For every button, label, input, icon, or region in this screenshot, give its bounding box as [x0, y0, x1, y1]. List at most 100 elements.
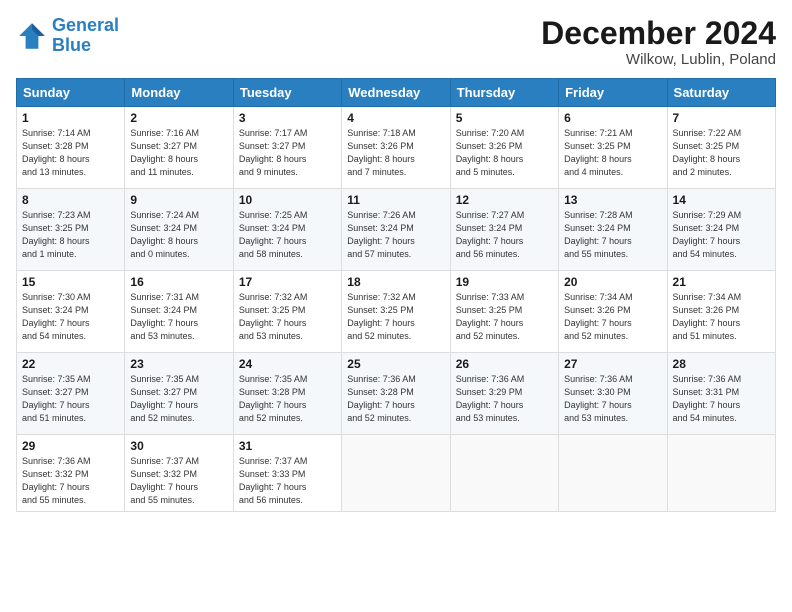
day-number: 3: [239, 111, 336, 125]
day-number: 12: [456, 193, 553, 207]
calendar-cell: 19 Sunrise: 7:33 AM Sunset: 3:25 PM Dayli…: [450, 271, 558, 353]
calendar-cell: 5Sunrise: 7:20 AM Sunset: 3:26 PM Daylig…: [450, 107, 558, 189]
day-info: Sunrise: 7:30 AM Sunset: 3:24 PM Dayligh…: [22, 291, 119, 343]
day-info: Sunrise: 7:14 AM Sunset: 3:28 PM Dayligh…: [22, 127, 119, 179]
main-title: December 2024: [541, 16, 776, 51]
day-number: 8: [22, 193, 119, 207]
day-number: 10: [239, 193, 336, 207]
day-number: 2: [130, 111, 227, 125]
calendar-cell: 30 Sunrise: 7:37 AM Sunset: 3:32 PM Dayli…: [125, 435, 233, 512]
day-number: 28: [673, 357, 770, 371]
day-number: 14: [673, 193, 770, 207]
day-number: 6: [564, 111, 661, 125]
day-info: Sunrise: 7:31 AM Sunset: 3:24 PM Dayligh…: [130, 291, 227, 343]
day-number: 13: [564, 193, 661, 207]
day-info: Sunrise: 7:37 AM Sunset: 3:32 PM Dayligh…: [130, 455, 227, 507]
day-number: 30: [130, 439, 227, 453]
day-info: Sunrise: 7:37 AM Sunset: 3:33 PM Dayligh…: [239, 455, 336, 507]
calendar-cell: 24 Sunrise: 7:35 AM Sunset: 3:28 PM Dayli…: [233, 353, 341, 435]
day-info: Sunrise: 7:35 AM Sunset: 3:27 PM Dayligh…: [22, 373, 119, 425]
day-info: Sunrise: 7:26 AM Sunset: 3:24 PM Dayligh…: [347, 209, 444, 261]
page: General Blue December 2024 Wilkow, Lubli…: [0, 0, 792, 612]
day-info: Sunrise: 7:35 AM Sunset: 3:28 PM Dayligh…: [239, 373, 336, 425]
day-info: Sunrise: 7:24 AM Sunset: 3:24 PM Dayligh…: [130, 209, 227, 261]
calendar-cell: 28 Sunrise: 7:36 AM Sunset: 3:31 PM Dayli…: [667, 353, 775, 435]
day-info: Sunrise: 7:32 AM Sunset: 3:25 PM Dayligh…: [239, 291, 336, 343]
day-info: Sunrise: 7:28 AM Sunset: 3:24 PM Dayligh…: [564, 209, 661, 261]
day-info: Sunrise: 7:20 AM Sunset: 3:26 PM Dayligh…: [456, 127, 553, 179]
calendar-cell: 27Sunrise: 7:36 AM Sunset: 3:30 PM Dayli…: [559, 353, 667, 435]
day-number: 31: [239, 439, 336, 453]
calendar-cell: 17 Sunrise: 7:32 AM Sunset: 3:25 PM Dayli…: [233, 271, 341, 353]
calendar-cell: 14 Sunrise: 7:29 AM Sunset: 3:24 PM Dayli…: [667, 189, 775, 271]
day-info: Sunrise: 7:21 AM Sunset: 3:25 PM Dayligh…: [564, 127, 661, 179]
calendar-cell: 21Sunrise: 7:34 AM Sunset: 3:26 PM Dayli…: [667, 271, 775, 353]
day-number: 26: [456, 357, 553, 371]
calendar-cell: 18Sunrise: 7:32 AM Sunset: 3:25 PM Dayli…: [342, 271, 450, 353]
calendar-cell: [667, 435, 775, 512]
day-number: 4: [347, 111, 444, 125]
calendar-cell: 2 Sunrise: 7:16 AM Sunset: 3:27 PM Daylig…: [125, 107, 233, 189]
header: General Blue December 2024 Wilkow, Lubli…: [16, 16, 776, 68]
day-info: Sunrise: 7:16 AM Sunset: 3:27 PM Dayligh…: [130, 127, 227, 179]
calendar-cell: 31 Sunrise: 7:37 AM Sunset: 3:33 PM Dayli…: [233, 435, 341, 512]
day-info: Sunrise: 7:32 AM Sunset: 3:25 PM Dayligh…: [347, 291, 444, 343]
col-header-sunday: Sunday: [17, 79, 125, 107]
calendar-cell: 25Sunrise: 7:36 AM Sunset: 3:28 PM Dayli…: [342, 353, 450, 435]
calendar-cell: 20 Sunrise: 7:34 AM Sunset: 3:26 PM Dayli…: [559, 271, 667, 353]
day-number: 9: [130, 193, 227, 207]
calendar-cell: 12Sunrise: 7:27 AM Sunset: 3:24 PM Dayli…: [450, 189, 558, 271]
day-number: 1: [22, 111, 119, 125]
calendar-cell: 9 Sunrise: 7:24 AM Sunset: 3:24 PM Daylig…: [125, 189, 233, 271]
calendar-week-2: 8 Sunrise: 7:23 AM Sunset: 3:25 PM Daylig…: [17, 189, 776, 271]
col-header-wednesday: Wednesday: [342, 79, 450, 107]
calendar-cell: 3Sunrise: 7:17 AM Sunset: 3:27 PM Daylig…: [233, 107, 341, 189]
title-block: December 2024 Wilkow, Lublin, Poland: [541, 16, 776, 68]
col-header-tuesday: Tuesday: [233, 79, 341, 107]
day-number: 7: [673, 111, 770, 125]
calendar-cell: [342, 435, 450, 512]
day-info: Sunrise: 7:34 AM Sunset: 3:26 PM Dayligh…: [673, 291, 770, 343]
day-number: 24: [239, 357, 336, 371]
calendar-header-row: SundayMondayTuesdayWednesdayThursdayFrid…: [17, 79, 776, 107]
calendar-table: SundayMondayTuesdayWednesdayThursdayFrid…: [16, 78, 776, 512]
logo-icon: [16, 20, 48, 52]
day-number: 11: [347, 193, 444, 207]
logo-line2: Blue: [52, 35, 91, 55]
day-info: Sunrise: 7:22 AM Sunset: 3:25 PM Dayligh…: [673, 127, 770, 179]
day-info: Sunrise: 7:34 AM Sunset: 3:26 PM Dayligh…: [564, 291, 661, 343]
calendar-cell: 8 Sunrise: 7:23 AM Sunset: 3:25 PM Daylig…: [17, 189, 125, 271]
day-info: Sunrise: 7:29 AM Sunset: 3:24 PM Dayligh…: [673, 209, 770, 261]
calendar-cell: 23Sunrise: 7:35 AM Sunset: 3:27 PM Dayli…: [125, 353, 233, 435]
logo: General Blue: [16, 16, 119, 56]
day-number: 17: [239, 275, 336, 289]
calendar-cell: 16 Sunrise: 7:31 AM Sunset: 3:24 PM Dayli…: [125, 271, 233, 353]
day-info: Sunrise: 7:33 AM Sunset: 3:25 PM Dayligh…: [456, 291, 553, 343]
day-info: Sunrise: 7:36 AM Sunset: 3:31 PM Dayligh…: [673, 373, 770, 425]
calendar-cell: 11 Sunrise: 7:26 AM Sunset: 3:24 PM Dayli…: [342, 189, 450, 271]
col-header-saturday: Saturday: [667, 79, 775, 107]
calendar-week-5: 29 Sunrise: 7:36 AM Sunset: 3:32 PM Dayli…: [17, 435, 776, 512]
col-header-friday: Friday: [559, 79, 667, 107]
day-number: 20: [564, 275, 661, 289]
calendar-cell: 29 Sunrise: 7:36 AM Sunset: 3:32 PM Dayli…: [17, 435, 125, 512]
day-number: 19: [456, 275, 553, 289]
day-info: Sunrise: 7:23 AM Sunset: 3:25 PM Dayligh…: [22, 209, 119, 261]
calendar-cell: 26Sunrise: 7:36 AM Sunset: 3:29 PM Dayli…: [450, 353, 558, 435]
calendar-week-3: 15Sunrise: 7:30 AM Sunset: 3:24 PM Dayli…: [17, 271, 776, 353]
calendar-cell: 10Sunrise: 7:25 AM Sunset: 3:24 PM Dayli…: [233, 189, 341, 271]
day-info: Sunrise: 7:36 AM Sunset: 3:32 PM Dayligh…: [22, 455, 119, 507]
day-number: 29: [22, 439, 119, 453]
logo-line1: General: [52, 15, 119, 35]
day-number: 22: [22, 357, 119, 371]
day-info: Sunrise: 7:36 AM Sunset: 3:28 PM Dayligh…: [347, 373, 444, 425]
calendar-cell: 15Sunrise: 7:30 AM Sunset: 3:24 PM Dayli…: [17, 271, 125, 353]
day-info: Sunrise: 7:18 AM Sunset: 3:26 PM Dayligh…: [347, 127, 444, 179]
subtitle: Wilkow, Lublin, Poland: [541, 51, 776, 68]
calendar-week-4: 22 Sunrise: 7:35 AM Sunset: 3:27 PM Dayli…: [17, 353, 776, 435]
day-number: 27: [564, 357, 661, 371]
calendar-cell: 4 Sunrise: 7:18 AM Sunset: 3:26 PM Daylig…: [342, 107, 450, 189]
logo-text: General Blue: [52, 16, 119, 56]
calendar-cell: [559, 435, 667, 512]
day-number: 16: [130, 275, 227, 289]
